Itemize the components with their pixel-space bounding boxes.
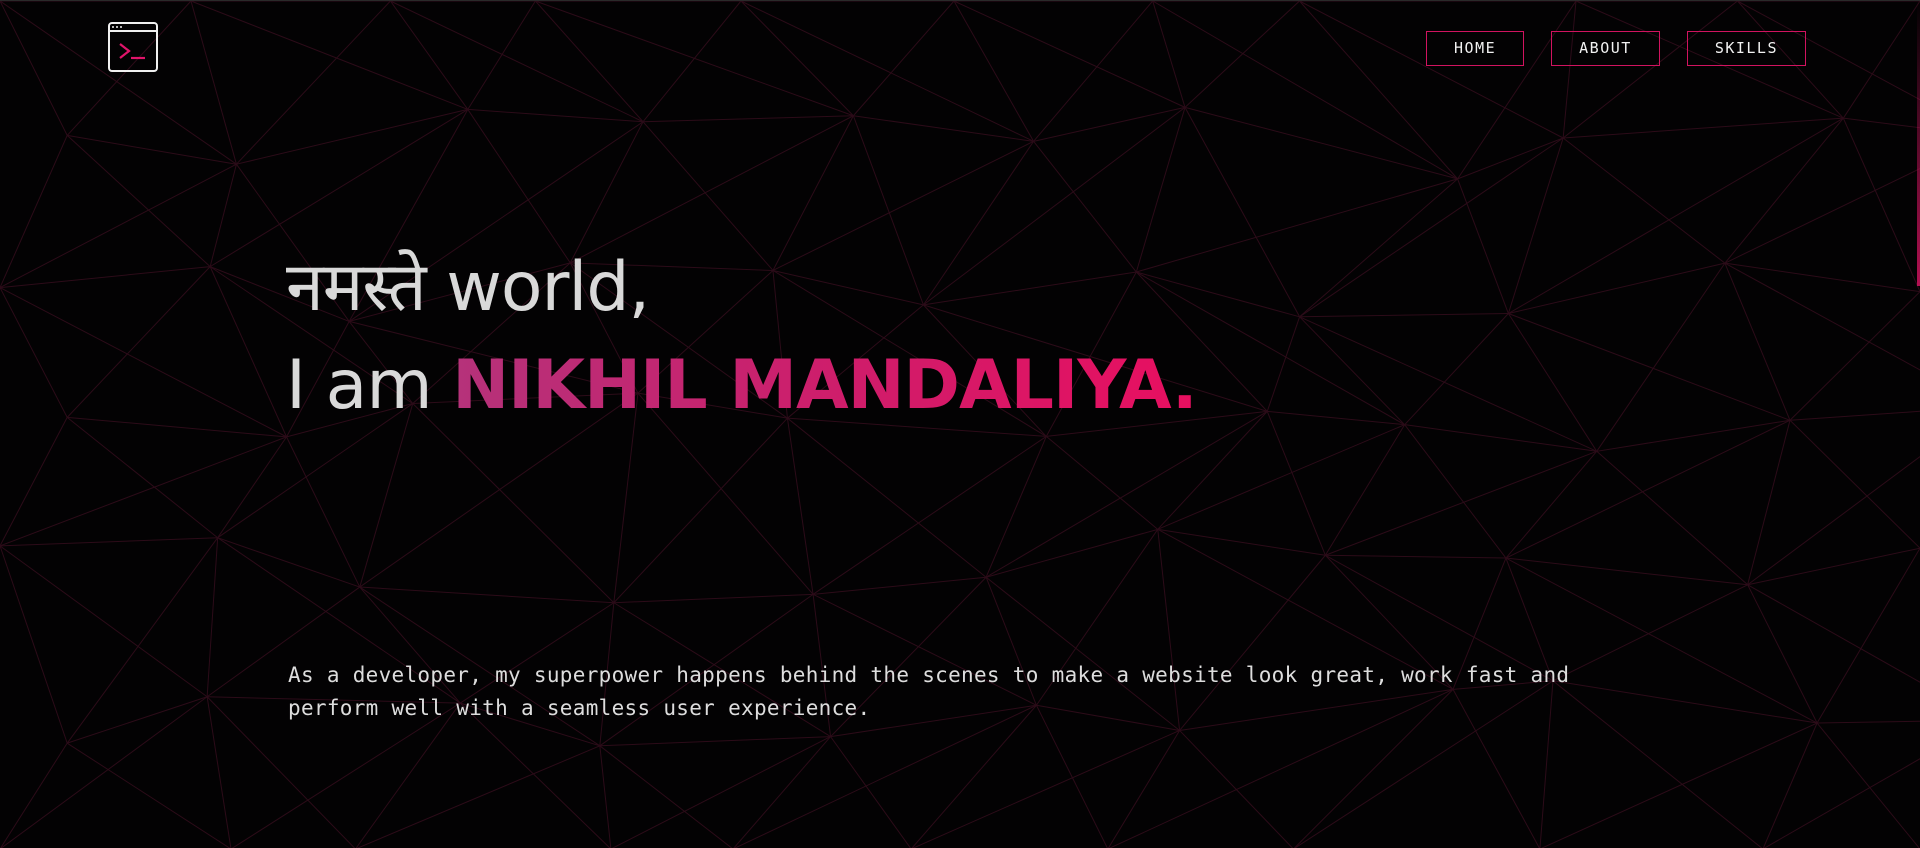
intro-line: I am NIKHIL MANDALIYA.: [286, 337, 1198, 435]
greeting-native: नमस्ते: [286, 248, 427, 327]
hero-description: As a developer, my superpower happens be…: [288, 663, 1570, 720]
greeting-rest: world,: [446, 248, 650, 327]
hero-name: NIKHIL MANDALIYA.: [452, 346, 1197, 425]
hero-heading: नमस्ते world, I am NIKHIL MANDALIYA.: [286, 239, 1198, 435]
nav-home-button[interactable]: HOME: [1426, 31, 1525, 66]
terminal-logo-icon[interactable]: [108, 22, 158, 72]
main-nav: HOME ABOUT SKILLS: [1426, 31, 1806, 66]
nav-skills-button[interactable]: SKILLS: [1686, 31, 1806, 66]
page: HOME ABOUT SKILLS नमस्ते world, I am NIK…: [0, 0, 1920, 848]
nav-about-button[interactable]: ABOUT: [1551, 31, 1660, 66]
greeting-line: नमस्ते world,: [286, 239, 1197, 337]
intro-text: I am: [286, 346, 433, 425]
